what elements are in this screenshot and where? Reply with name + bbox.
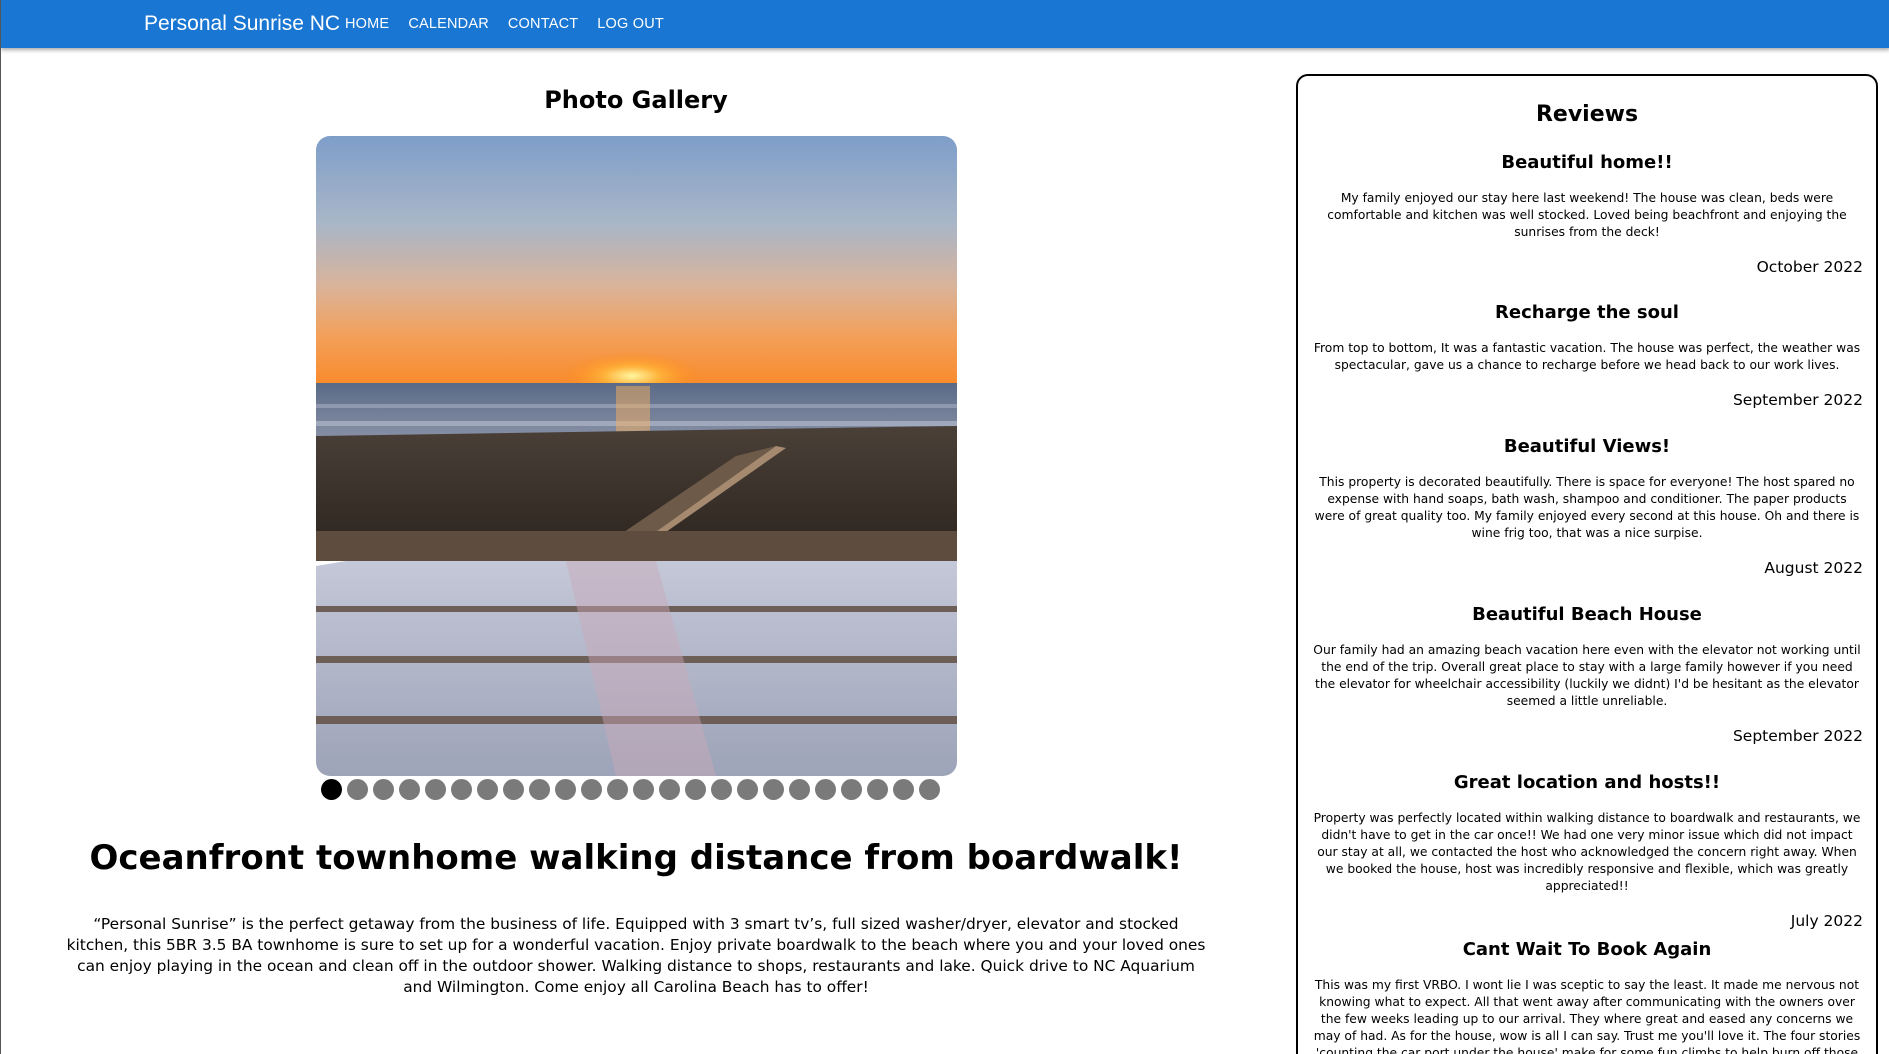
- gallery-dot[interactable]: [763, 779, 784, 800]
- gallery-dot[interactable]: [503, 779, 524, 800]
- gallery-dots: [321, 779, 940, 800]
- gallery-dot[interactable]: [659, 779, 680, 800]
- gallery-dot[interactable]: [555, 779, 576, 800]
- review-card: Great location and hosts!! Property was …: [1311, 772, 1863, 931]
- review-date: September 2022: [1732, 727, 1863, 745]
- gallery-dot[interactable]: [451, 779, 472, 800]
- gallery-dot[interactable]: [581, 779, 602, 800]
- review-title: Cant Wait To Book Again: [1462, 939, 1712, 960]
- nav-links: HOME CALENDAR CONTACT LOG OUT: [345, 16, 683, 32]
- reviews-title: Reviews: [1535, 102, 1639, 127]
- gallery-dot[interactable]: [685, 779, 706, 800]
- gallery-dot[interactable]: [477, 779, 498, 800]
- gallery-dot[interactable]: [841, 779, 862, 800]
- nav-log-out[interactable]: LOG OUT: [597, 16, 664, 32]
- review-text: Our family had an amazing beach vacation…: [1313, 643, 1861, 708]
- review-card: Beautiful home!! My family enjoyed our s…: [1311, 152, 1863, 277]
- gallery-dot[interactable]: [789, 779, 810, 800]
- gallery-photo[interactable]: [316, 136, 957, 776]
- review-date: September 2022: [1732, 391, 1863, 409]
- review-card: Recharge the soul From top to bottom, It…: [1311, 302, 1863, 410]
- brand-link[interactable]: Personal Sunrise NC: [144, 12, 340, 36]
- review-title: Beautiful home!!: [1501, 152, 1673, 173]
- gallery-dot[interactable]: [425, 779, 446, 800]
- gallery-dot[interactable]: [711, 779, 732, 800]
- review-title: Recharge the soul: [1495, 302, 1679, 323]
- gallery-dot[interactable]: [633, 779, 654, 800]
- review-date: August 2022: [1764, 559, 1863, 577]
- review-date: July 2022: [1790, 912, 1863, 930]
- listing-description: “Personal Sunrise” is the perfect getawa…: [66, 915, 1206, 996]
- gallery-dot[interactable]: [399, 779, 420, 800]
- nav-contact[interactable]: CONTACT: [508, 16, 578, 32]
- review-text: My family enjoyed our stay here last wee…: [1327, 191, 1847, 239]
- review-card: Beautiful Views! This property is decora…: [1311, 436, 1863, 578]
- review-text: This was my first VRBO. I wont lie I was…: [1313, 978, 1861, 1054]
- review-date: October 2022: [1756, 258, 1863, 276]
- sunrise-beach-photo: [316, 136, 957, 776]
- top-navbar: Personal Sunrise NC HOME CALENDAR CONTAC…: [1, 0, 1889, 48]
- gallery-dot[interactable]: [919, 779, 940, 800]
- gallery-dot[interactable]: [373, 779, 394, 800]
- review-text: This property is decorated beautifully. …: [1314, 475, 1860, 540]
- reviews-panel[interactable]: Reviews Beautiful home!! My family enjoy…: [1296, 74, 1878, 1054]
- review-card: Cant Wait To Book Again This was my firs…: [1311, 939, 1863, 1054]
- nav-home[interactable]: HOME: [345, 16, 389, 32]
- review-title: Beautiful Beach House: [1472, 604, 1702, 625]
- page: Personal Sunrise NC HOME CALENDAR CONTAC…: [0, 0, 1889, 1054]
- review-title: Beautiful Views!: [1503, 436, 1671, 457]
- gallery-dot[interactable]: [737, 779, 758, 800]
- gallery-dot[interactable]: [893, 779, 914, 800]
- gallery-dot[interactable]: [347, 779, 368, 800]
- listing-headline: Oceanfront townhome walking distance fro…: [89, 838, 1183, 878]
- gallery-dot[interactable]: [529, 779, 550, 800]
- gallery-dot[interactable]: [607, 779, 628, 800]
- review-text: From top to bottom, It was a fantastic v…: [1313, 341, 1861, 372]
- gallery-dot[interactable]: [321, 779, 342, 800]
- gallery-dot[interactable]: [815, 779, 836, 800]
- gallery-dot[interactable]: [867, 779, 888, 800]
- review-text: Property was perfectly located within wa…: [1313, 811, 1861, 893]
- review-title: Great location and hosts!!: [1453, 772, 1721, 793]
- review-card: Beautiful Beach House Our family had an …: [1311, 604, 1863, 746]
- gallery-title: Photo Gallery: [544, 86, 728, 114]
- nav-calendar[interactable]: CALENDAR: [408, 16, 489, 32]
